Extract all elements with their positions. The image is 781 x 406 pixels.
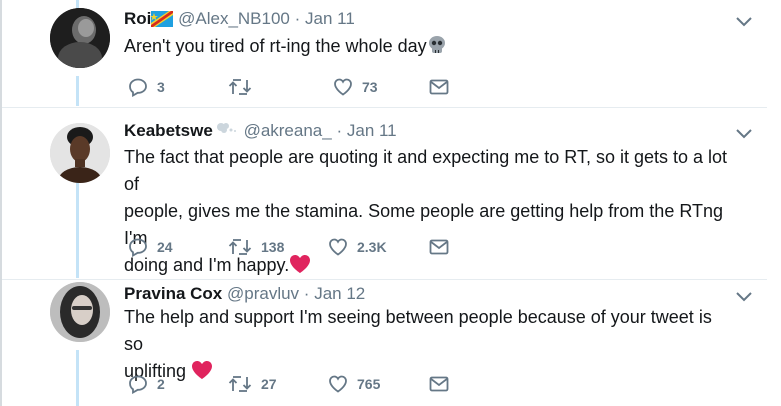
reply-icon [129,375,147,394]
heart-outline-icon [329,238,347,256]
separator: · [294,9,301,28]
like-count: 765 [357,376,381,392]
chevron-down-icon[interactable] [735,16,753,28]
tweet[interactable]: Pravina Cox @pravluv · Jan 12 The help a… [2,280,781,406]
handle[interactable]: @akreana_ [244,121,332,140]
retweet-icon [228,79,252,95]
avatar-image [50,8,110,68]
envelope-icon [429,79,449,95]
handle[interactable]: @pravluv [227,284,299,303]
like-button[interactable]: 2.3K [328,236,387,258]
display-name[interactable]: Keabetswe [124,121,213,140]
heart-outline-icon [334,78,352,96]
avatar-image [50,123,110,183]
like-button[interactable]: 765 [328,373,380,395]
reply-count: 2 [157,376,165,392]
reply-button[interactable]: 3 [128,76,165,98]
flag-icon [151,11,174,27]
retweet-icon [228,239,252,255]
tweet-text-line: Aren't you tired of rt-ing the whole day [124,36,427,56]
reply-count: 24 [157,239,173,255]
avatar[interactable] [50,282,110,342]
display-name[interactable]: Roi [124,9,151,28]
dm-button[interactable] [429,236,449,258]
handle[interactable]: @Alex_NB100 [178,9,290,28]
tweet-header: Pravina Cox @pravluv · Jan 12 [124,283,365,305]
skull-icon [428,36,445,53]
tweet-text: Aren't you tired of rt-ing the whole day [124,33,734,60]
envelope-icon [429,376,449,392]
reply-button[interactable]: 24 [128,236,173,258]
tweet-actions: 2 27 765 [128,373,468,395]
like-button[interactable]: 73 [333,76,378,98]
avatar[interactable] [50,123,110,183]
chevron-down-icon[interactable] [735,291,753,303]
display-name[interactable]: Pravina Cox [124,284,222,303]
dm-button[interactable] [429,76,449,98]
tweet-header: Roi @Alex_NB100 · Jan 11 [124,8,355,30]
tweet-date[interactable]: Jan 12 [314,284,365,303]
retweet-icon [228,376,252,392]
tweet-text-line: The fact that people are quoting it and … [124,147,728,194]
tweet-text-line: The help and support I'm seeing between … [124,307,712,354]
heart-outline-icon [329,375,347,393]
dash-icon [216,123,236,133]
tweet-text-line: doing and I'm happy. [124,255,290,275]
tweet[interactable]: Roi @Alex_NB100 · Jan 11 Aren't you tire… [2,0,781,108]
tweet-header: Keabetswe @akreana_ · Jan 11 [124,120,397,142]
reply-icon [129,78,147,97]
reply-button[interactable]: 2 [128,373,165,395]
chevron-down-icon[interactable] [735,128,753,140]
dm-button[interactable] [429,373,449,395]
envelope-icon [429,239,449,255]
retweet-count: 27 [261,376,277,392]
separator: · [303,284,310,303]
retweet-button[interactable] [228,76,261,98]
tweet-date[interactable]: Jan 11 [305,9,355,28]
separator: · [336,121,343,140]
retweet-button[interactable]: 138 [228,236,284,258]
avatar[interactable] [50,8,110,68]
tweet-date[interactable]: Jan 11 [347,121,397,140]
avatar-image [50,282,110,342]
reply-count: 3 [157,79,165,95]
reply-icon [129,238,147,257]
tweet-actions: 24 138 2.3K [128,236,468,258]
like-count: 2.3K [357,239,387,255]
tweet-actions: 3 73 [128,76,468,98]
tweet-text: The fact that people are quoting it and … [124,144,734,279]
like-count: 73 [362,79,378,95]
retweet-button[interactable]: 27 [228,373,277,395]
retweet-count: 138 [261,239,285,255]
tweet[interactable]: Keabetswe @akreana_ · Jan 11 The fact th… [2,108,781,280]
